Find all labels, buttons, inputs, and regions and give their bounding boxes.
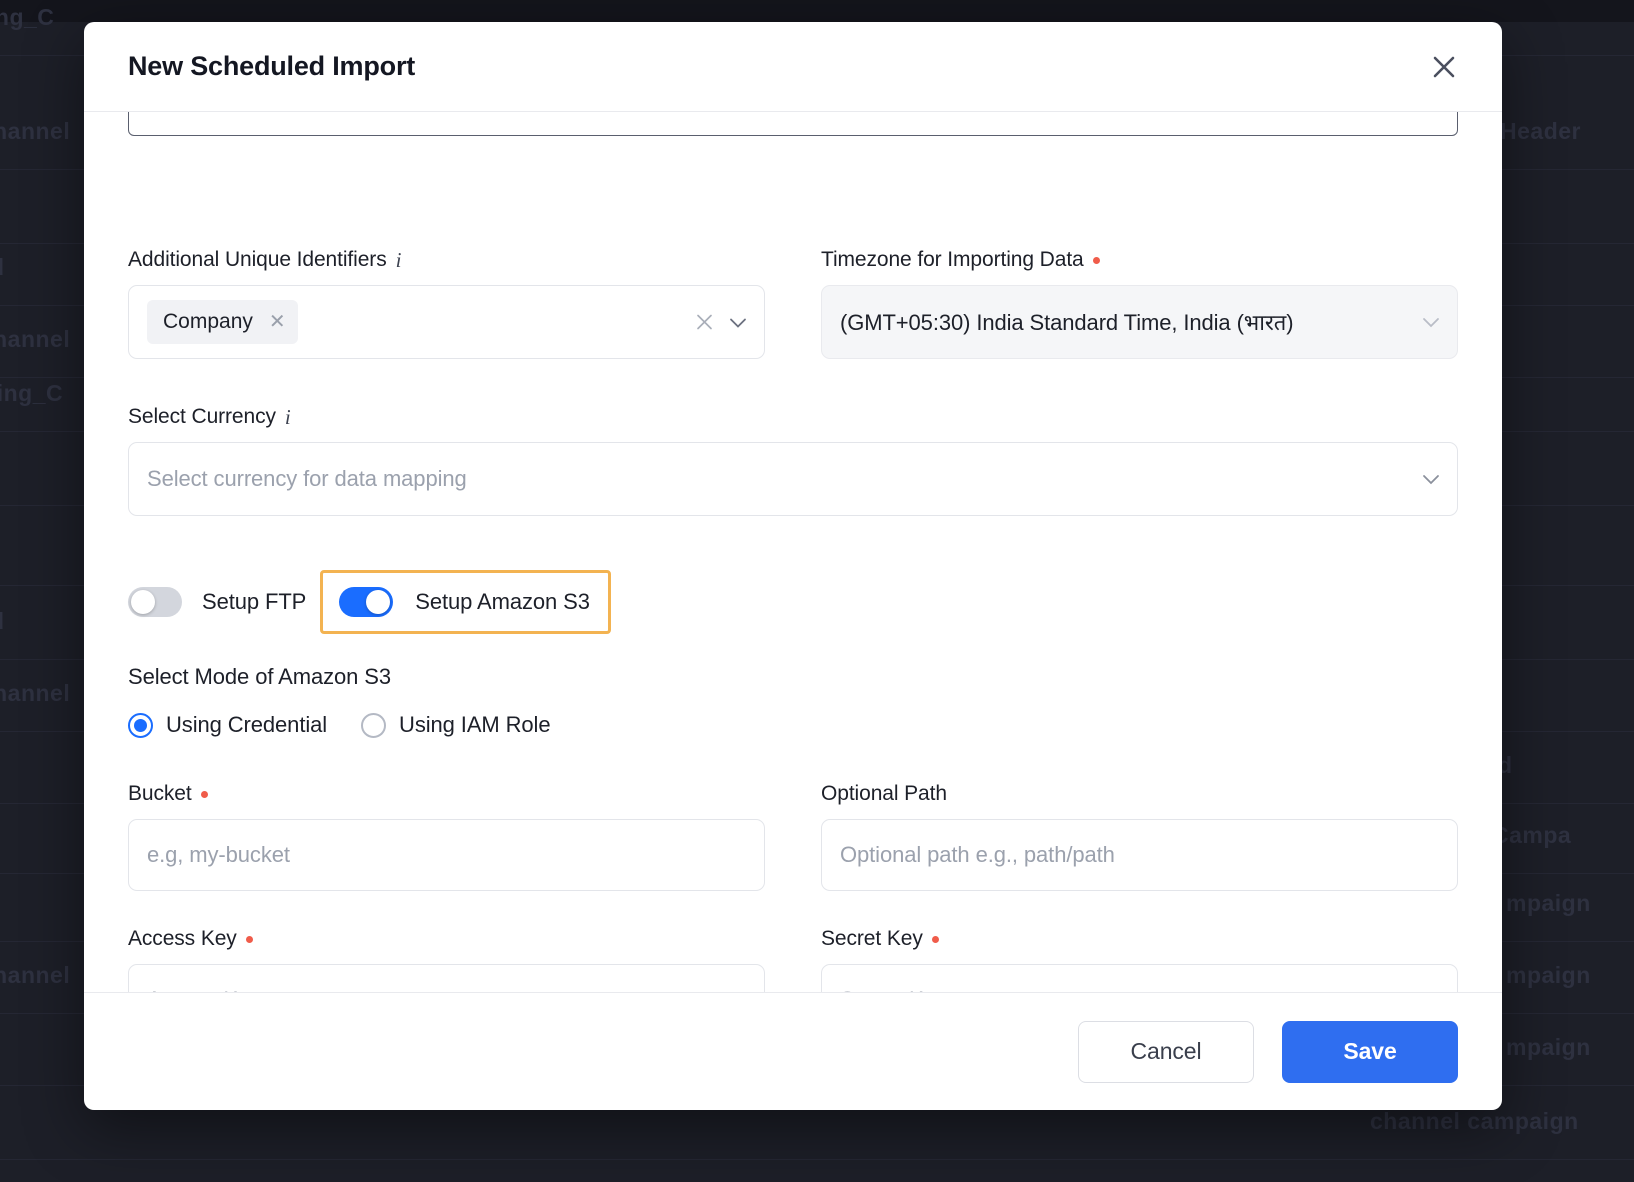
- field-label: Access Key: [128, 927, 237, 950]
- chevron-down-icon[interactable]: [1421, 315, 1441, 329]
- table-cell: Channel: [0, 118, 71, 144]
- table-cell: channel campaign: [1370, 1108, 1579, 1134]
- table-cell: Channel: [0, 680, 71, 706]
- field-label: Optional Path: [821, 782, 947, 805]
- dialog-body: Additional Unique Identifiers i Company …: [84, 112, 1502, 992]
- optional-path-field: Optional Path Optional path e.g., path/p…: [821, 782, 1458, 891]
- table-cell: d: [0, 254, 5, 281]
- access-key-label-row: Access Key: [128, 927, 765, 951]
- access-key-input[interactable]: Access Key: [128, 964, 765, 992]
- optional-path-input[interactable]: Optional path e.g., path/path: [821, 819, 1458, 891]
- table-cell: keting_C: [0, 380, 64, 406]
- field-label: Select Currency: [128, 405, 276, 428]
- timezone-label-row: Timezone for Importing Data: [821, 248, 1458, 272]
- input-placeholder: e.g, my-bucket: [147, 842, 290, 867]
- close-icon[interactable]: [1426, 49, 1462, 85]
- additional-unique-identifiers-field: Additional Unique Identifiers i Company …: [128, 248, 765, 359]
- scrolled-field-partial[interactable]: [128, 112, 1458, 136]
- table-cell: Channel: [0, 962, 71, 988]
- setup-ftp-toggle[interactable]: [128, 587, 182, 617]
- setup-amazon-s3-highlight: Setup Amazon S3: [320, 570, 611, 634]
- select-actions: [1421, 472, 1441, 486]
- selected-chip[interactable]: Company ✕: [147, 300, 298, 344]
- timezone-value: (GMT+05:30) India Standard Time, India (…: [840, 310, 1294, 335]
- mode-radio-group: Using Credential Using IAM Role: [128, 712, 1458, 738]
- setup-amazon-s3-toggle[interactable]: [339, 587, 394, 617]
- required-indicator: [931, 935, 939, 943]
- currency-placeholder: Select currency for data mapping: [147, 466, 467, 491]
- chevron-down-icon[interactable]: [728, 315, 748, 329]
- bucket-input[interactable]: e.g, my-bucket: [128, 819, 765, 891]
- s3-credential-fields: Bucket e.g, my-bucket Optional Path Opti…: [128, 782, 1458, 992]
- field-label: Secret Key: [821, 927, 923, 950]
- save-button[interactable]: Save: [1282, 1020, 1458, 1083]
- access-key-field: Access Key Access Key: [128, 927, 765, 992]
- info-icon[interactable]: i: [285, 406, 291, 428]
- dialog-footer: Cancel Save: [84, 992, 1502, 1110]
- timezone-field: Timezone for Importing Data (GMT+05:30) …: [821, 248, 1458, 359]
- table-cell: d: [0, 608, 5, 635]
- field-label: Timezone for Importing Data: [821, 248, 1084, 271]
- cancel-button[interactable]: Cancel: [1078, 1020, 1254, 1083]
- table-cell: mpaign: [1506, 890, 1591, 916]
- input-placeholder: Optional path e.g., path/path: [840, 842, 1115, 867]
- currency-select[interactable]: Select currency for data mapping: [128, 442, 1458, 516]
- input-placeholder: Access Key: [147, 987, 261, 992]
- chip-remove-icon[interactable]: ✕: [269, 312, 286, 332]
- radio-label: Using Credential: [166, 712, 328, 737]
- chip-label: Company: [163, 310, 253, 333]
- radio-indicator: [128, 712, 153, 738]
- required-indicator: [200, 790, 208, 798]
- toggle-knob: [131, 590, 155, 614]
- setup-ftp-label: Setup FTP: [202, 589, 307, 614]
- dialog-header: New Scheduled Import: [84, 22, 1502, 112]
- radio-label: Using IAM Role: [399, 712, 551, 737]
- bucket-label-row: Bucket: [128, 782, 765, 806]
- new-scheduled-import-dialog: New Scheduled Import Additional Unique I…: [84, 22, 1502, 1110]
- setup-toggles-row: Setup FTP Setup Amazon S3: [128, 570, 1458, 634]
- clear-icon[interactable]: [695, 313, 714, 332]
- additional-unique-identifiers-label-row: Additional Unique Identifiers i: [128, 248, 765, 272]
- table-cell: Header: [1500, 118, 1581, 144]
- currency-field: Select Currency i Select currency for da…: [128, 405, 1458, 516]
- timezone-select[interactable]: (GMT+05:30) India Standard Time, India (…: [821, 285, 1458, 359]
- additional-unique-identifiers-select[interactable]: Company ✕: [128, 285, 765, 359]
- chevron-down-icon[interactable]: [1421, 472, 1441, 486]
- field-label: Bucket: [128, 782, 192, 805]
- radio-indicator: [361, 712, 387, 738]
- toggle-knob: [366, 590, 391, 614]
- secret-key-field: Secret Key Secret Key: [821, 927, 1458, 992]
- mode-section-title: Select Mode of Amazon S3: [128, 664, 391, 689]
- optional-path-label-row: Optional Path: [821, 782, 1458, 806]
- info-icon[interactable]: i: [396, 249, 402, 271]
- table-cell: Campa: [1492, 822, 1572, 848]
- secret-key-input[interactable]: Secret Key: [821, 964, 1458, 992]
- select-actions: [695, 313, 748, 332]
- required-indicator: [1092, 256, 1100, 264]
- input-placeholder: Secret Key: [840, 987, 947, 992]
- required-indicator: [245, 935, 253, 943]
- table-cell: Channel: [0, 326, 71, 352]
- radio-using-credential[interactable]: Using Credential: [128, 712, 327, 738]
- select-actions: [1421, 315, 1441, 329]
- table-cell: ing_C: [0, 4, 55, 30]
- radio-using-iam-role[interactable]: Using IAM Role: [361, 712, 551, 738]
- setup-amazon-s3-label: Setup Amazon S3: [415, 589, 590, 614]
- bucket-field: Bucket e.g, my-bucket: [128, 782, 765, 891]
- secret-key-label-row: Secret Key: [821, 927, 1458, 951]
- field-label: Additional Unique Identifiers: [128, 248, 387, 271]
- table-cell: mpaign: [1506, 962, 1591, 988]
- currency-label-row: Select Currency i: [128, 405, 1458, 429]
- table-cell: mpaign: [1506, 1034, 1591, 1060]
- page-title: New Scheduled Import: [128, 51, 416, 81]
